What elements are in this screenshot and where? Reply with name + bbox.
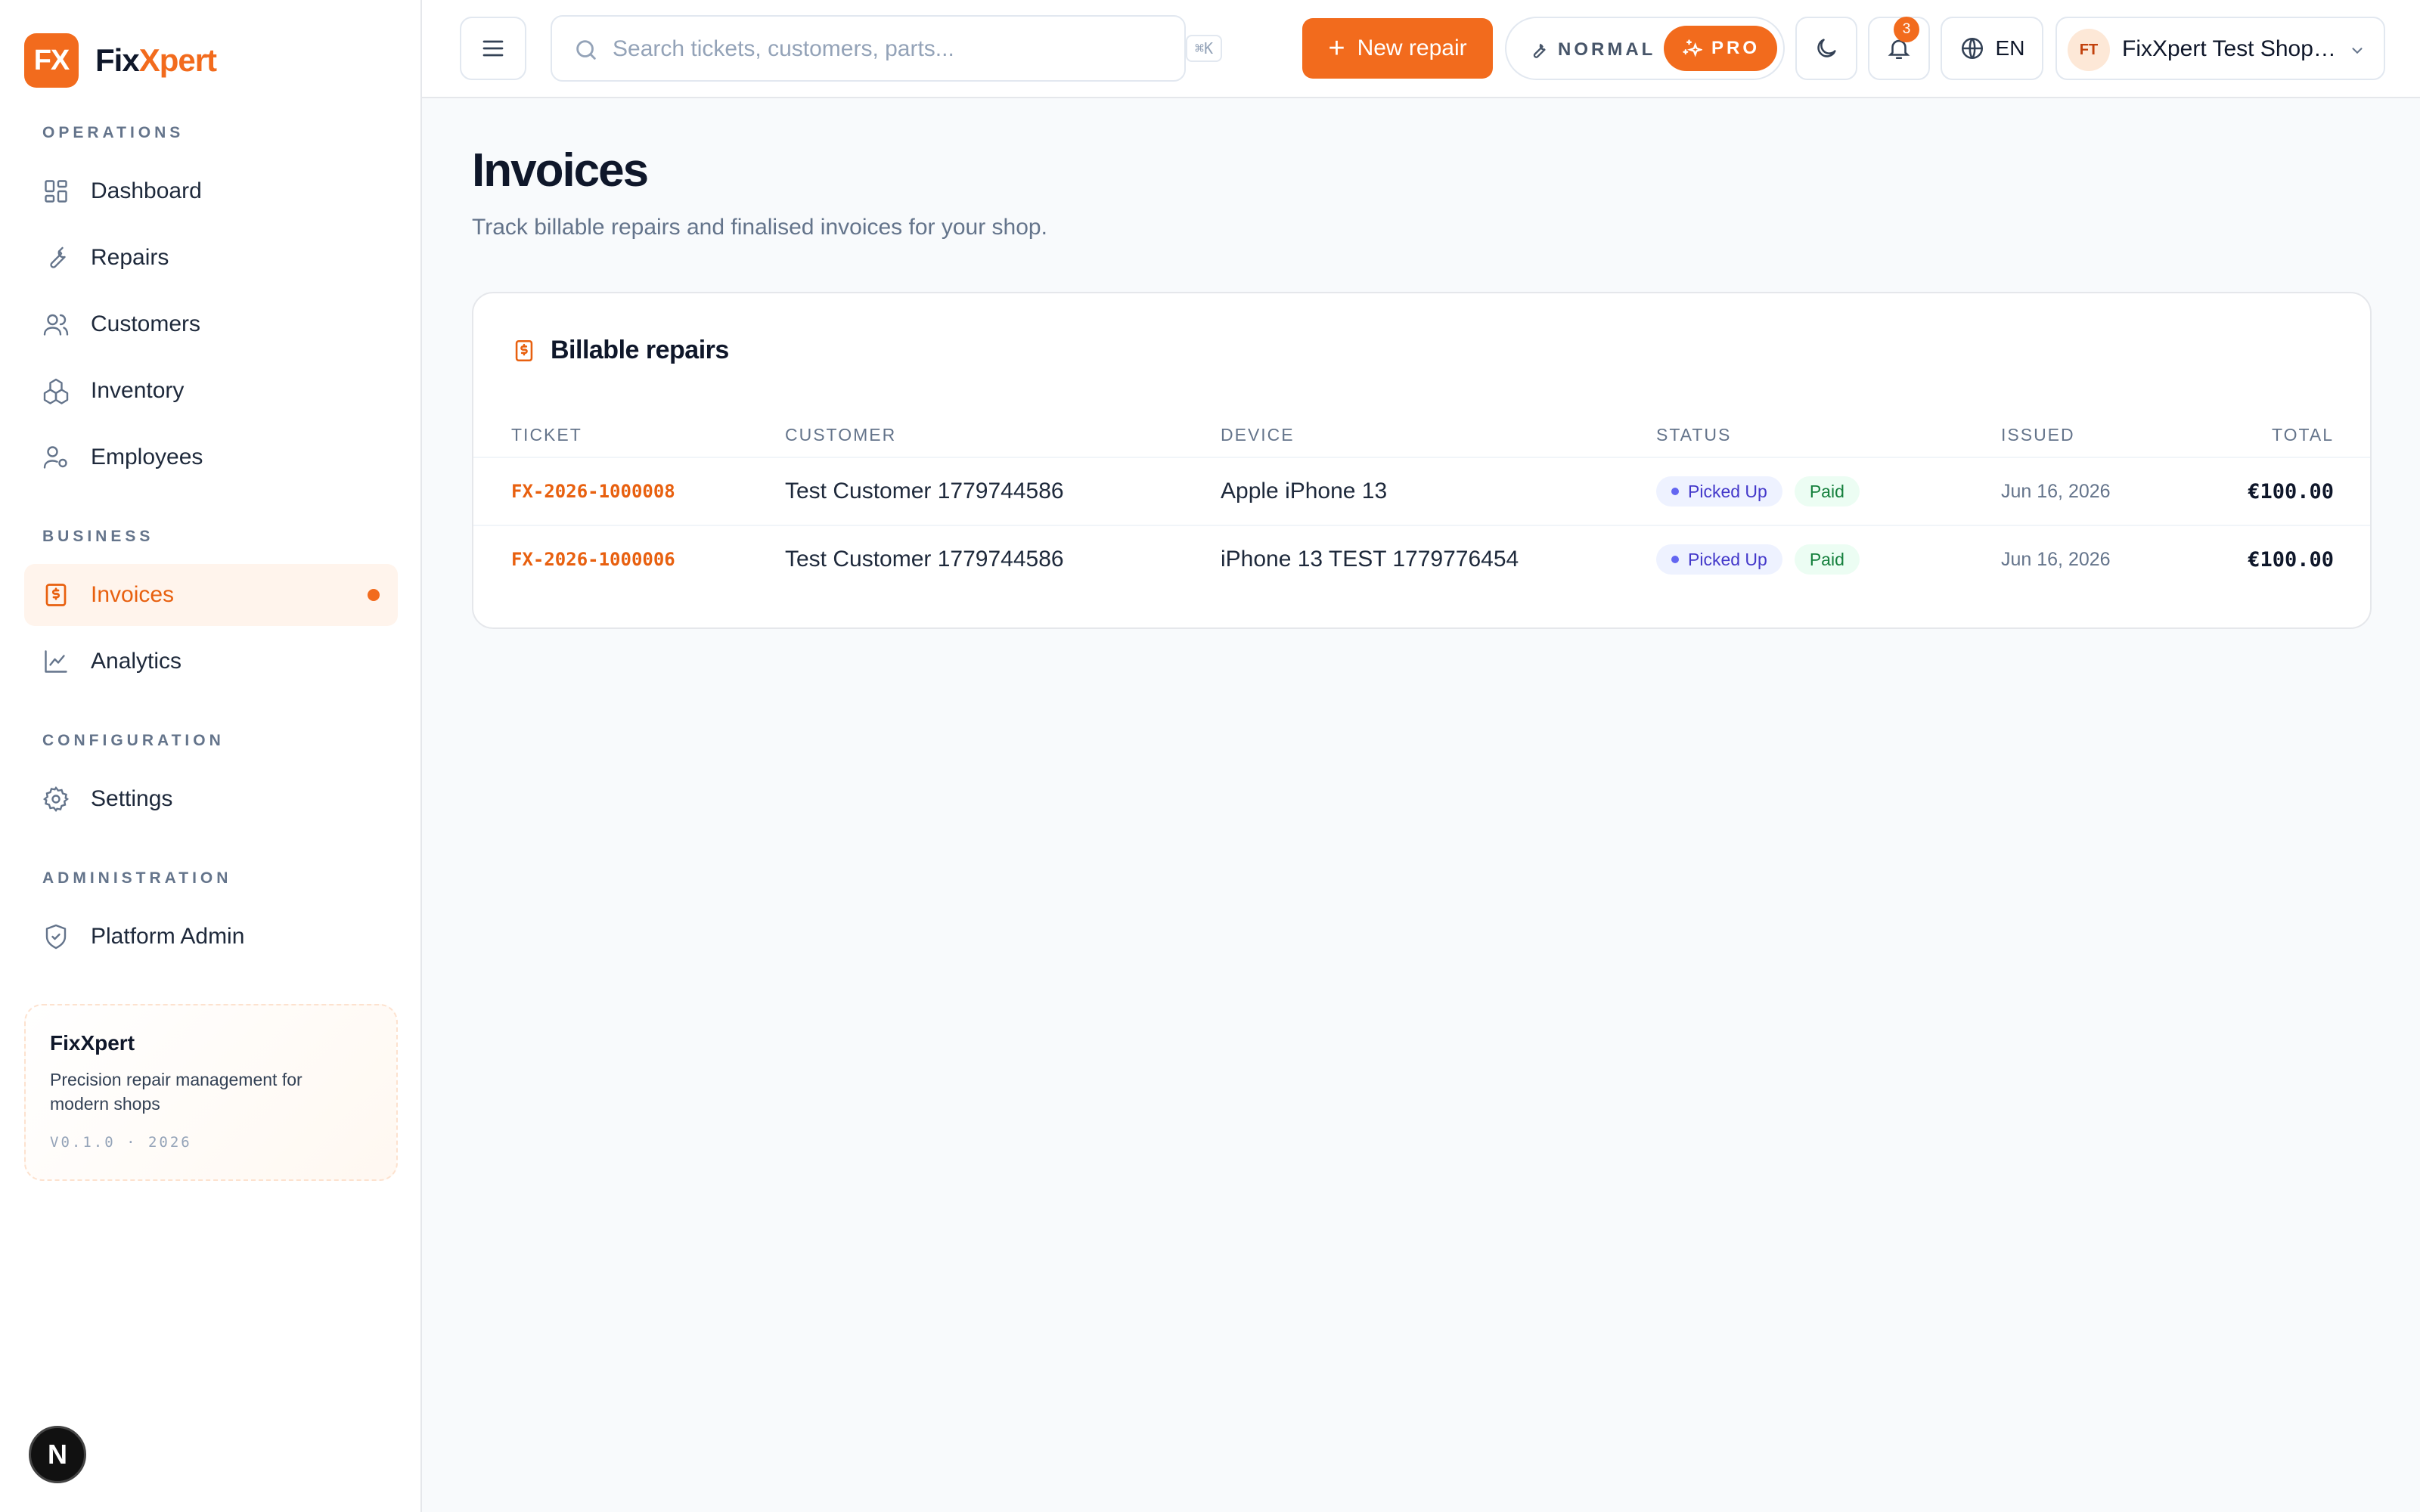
customer-cell: Test Customer 1779744586 [785,479,1064,503]
column-header-status: STATUS [1656,425,1732,445]
device-cell: Apple iPhone 13 [1221,479,1388,503]
sidebar-item-label: Platform Admin [91,924,245,949]
total-amount: €100.00 [2248,479,2334,503]
language-label: EN [1995,36,2025,60]
active-indicator [368,589,380,601]
users-icon [41,309,71,339]
receipt-icon [41,580,71,610]
sidebar-item-inventory[interactable]: Inventory [24,360,398,422]
brand-name: FixXpert [95,42,217,78]
total-amount: €100.00 [2248,547,2334,572]
sidebar-item-analytics[interactable]: Analytics [24,631,398,692]
receipt-icon [515,339,533,361]
section-label-operations: OPERATIONS [42,124,185,141]
new-repair-button[interactable]: + New repair [1302,18,1493,79]
section-label-configuration: CONFIGURATION [42,732,225,749]
search-icon [576,40,596,60]
dashboard-icon [41,176,71,206]
chevron-down-icon [2352,48,2363,54]
column-header-issued: ISSUED [2001,425,2075,445]
brand-logo: FX [24,33,79,88]
brand[interactable]: FX FixXpert [24,33,217,88]
sidebar-item-repairs[interactable]: Repairs [24,227,398,289]
chart-line-icon [41,646,71,677]
shortcut-hint: ⌘K [1186,35,1223,62]
sidebar-item-label: Analytics [91,649,182,674]
sidebar-item-label: Dashboard [91,178,202,203]
notifications-button[interactable]: 3 [1868,17,1930,80]
mode-normal-option[interactable]: NORMAL [1528,36,1655,64]
globe-icon [1961,37,1983,60]
sidebar-item-label: Customers [91,311,201,336]
section-label-business: BUSINESS [42,528,154,545]
sidebar-item-employees[interactable]: Employees [24,426,398,488]
payment-badge: Paid [1794,476,1860,507]
sidebar-item-settings[interactable]: Settings [24,768,398,830]
version-label: V0.1.0 · 2026 [50,1134,192,1151]
sidebar: FX FixXpert OPERATIONS Dashboard Repairs… [0,0,422,1512]
moon-icon [1817,39,1836,57]
column-header-total: TOTAL [2272,425,2334,445]
section-label-administration: ADMINISTRATION [42,869,232,887]
language-button[interactable]: EN [1941,17,2043,80]
page-subtitle: Track billable repairs and finalised inv… [472,215,1047,240]
wrench-icon [41,243,71,273]
payment-badge: Paid [1794,544,1860,575]
notification-count-badge: 3 [1894,17,1919,42]
ticket-link[interactable]: FX-2026-1000006 [511,549,675,570]
shop-switcher[interactable]: FT FixXpert Test Shop Limited [2055,17,2385,80]
sidebar-item-invoices[interactable]: Invoices [24,564,398,626]
sidebar-item-label: Inventory [91,378,185,403]
theme-toggle-button[interactable] [1795,17,1857,80]
shop-name: FixXpert Test Shop Limited [2122,36,2341,61]
column-header-device: DEVICE [1221,425,1295,445]
promo-card: FixXpert Precision repair management for… [24,1004,398,1181]
shop-avatar: FT [2068,29,2110,71]
dev-tools-button[interactable]: N [29,1426,86,1483]
sidebar-item-label: Settings [91,786,173,811]
plus-icon: + [1328,32,1345,64]
sidebar-item-label: Repairs [91,245,169,270]
sidebar-item-label: Employees [91,445,203,469]
column-header-customer: CUSTOMER [785,425,897,445]
boxes-icon [41,376,71,406]
menu-toggle-button[interactable] [460,17,526,80]
gear-icon [41,784,71,814]
table-row[interactable]: FX-2026-1000006 Test Customer 1779744586… [473,525,2370,593]
mode-pro-option[interactable]: PRO [1664,26,1777,71]
mode-toggle: NORMAL PRO [1505,17,1785,80]
billable-repairs-card: Billable repairs TICKET CUSTOMER DEVICE … [472,292,2372,629]
issued-date: Jun 16, 2026 [2001,548,2111,570]
page-title: Invoices [472,144,649,197]
sidebar-item-dashboard[interactable]: Dashboard [24,160,398,222]
card-header: Billable repairs [511,336,729,365]
new-repair-label: New repair [1357,36,1467,60]
sparkles-icon [1683,39,1702,57]
issued-date: Jun 16, 2026 [2001,480,2111,502]
sidebar-item-customers[interactable]: Customers [24,293,398,355]
status-badge: Picked Up [1656,544,1782,575]
sidebar-item-label: Invoices [91,582,175,607]
table-row[interactable]: FX-2026-1000008 Test Customer 1779744586… [473,457,2370,525]
card-title: Billable repairs [551,336,729,364]
wrench-icon [1533,43,1546,58]
column-header-ticket: TICKET [511,425,582,445]
search-input[interactable] [613,32,1157,67]
status-badge: Picked Up [1656,476,1782,507]
topbar: ⌘K + New repair NORMAL PRO 3 EN FT FixXp… [422,0,2420,98]
customer-cell: Test Customer 1779744586 [785,547,1064,572]
hamburger-icon [482,40,504,57]
shield-icon [41,922,71,952]
user-cog-icon [41,442,71,472]
promo-title: FixXpert [50,1031,135,1055]
promo-description: Precision repair management for modern s… [50,1070,302,1114]
ticket-link[interactable]: FX-2026-1000008 [511,481,675,502]
search-box [551,15,1186,82]
sidebar-item-platform-admin[interactable]: Platform Admin [24,906,398,968]
device-cell: iPhone 13 TEST 1779776454 [1221,547,1519,572]
